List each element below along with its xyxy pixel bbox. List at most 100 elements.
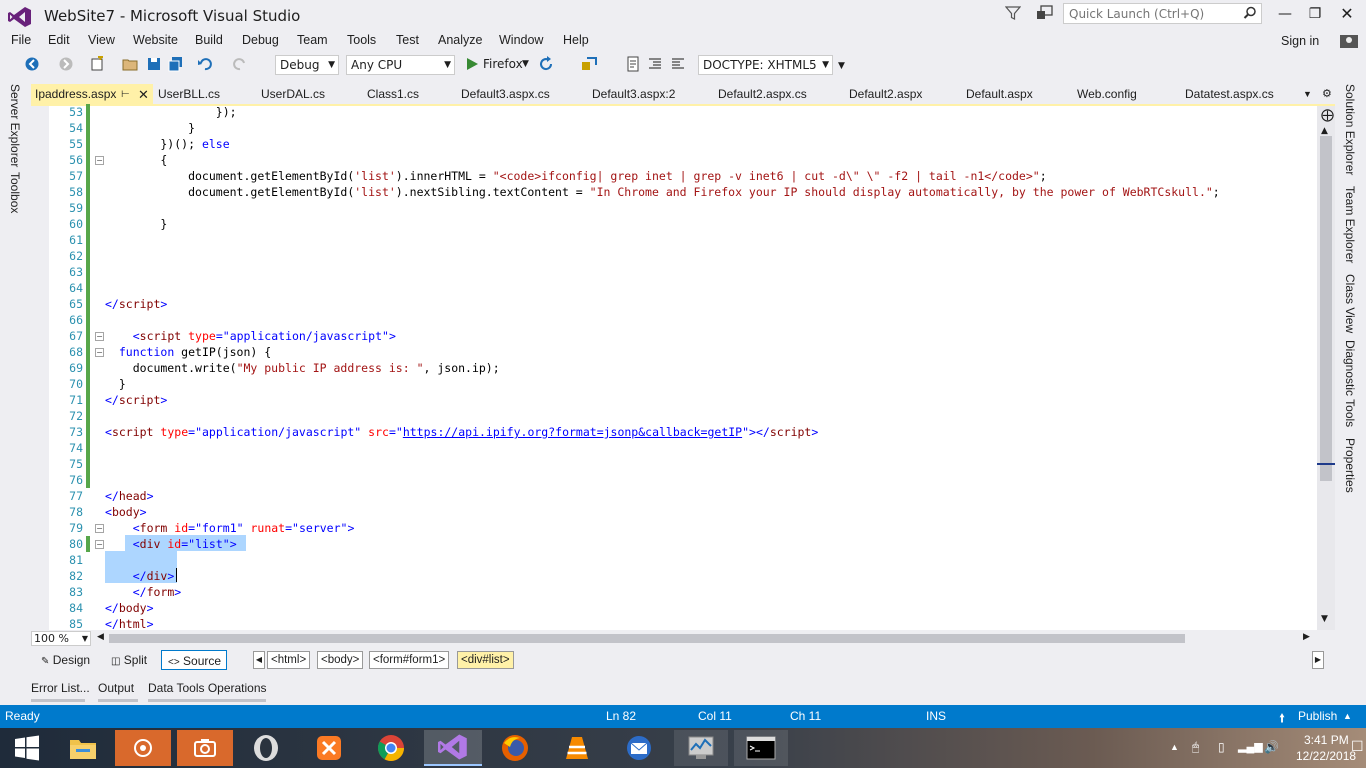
breadcrumb-body[interactable]: <body> [317, 651, 364, 669]
tab-default3-aspx-cs[interactable]: Default3.aspx.cs [461, 84, 550, 105]
menu-test[interactable]: Test [396, 33, 419, 47]
navigate-back-icon[interactable] [24, 56, 40, 72]
thunderbird-taskbar-button[interactable] [612, 730, 666, 766]
breadcrumb-form[interactable]: <form#form1> [369, 651, 450, 669]
scroll-up-icon[interactable]: ▲ [1321, 126, 1328, 136]
split-editor-icon[interactable]: ⨁ [1321, 108, 1334, 123]
team-explorer-tab[interactable]: Team Explorer [1343, 186, 1357, 263]
quick-launch-input[interactable] [1067, 4, 1241, 24]
publish-arrow-icon[interactable]: 🠙 [1279, 709, 1285, 730]
visual-studio-taskbar-button[interactable] [424, 730, 482, 766]
code-line[interactable]: document.write("My public IP address is:… [105, 360, 500, 376]
run-target-label[interactable]: Firefox [483, 57, 523, 71]
menu-window[interactable]: Window [499, 33, 543, 47]
tab-datatest-aspx-cs[interactable]: Datatest.aspx.cs [1185, 84, 1274, 105]
tab-default2-aspx[interactable]: Default2.aspx [849, 84, 922, 105]
feedback-filter-icon[interactable] [1005, 5, 1021, 21]
browser-link-icon[interactable] [581, 56, 597, 72]
tab-web-config[interactable]: Web.config [1077, 84, 1137, 105]
tab-default2-aspx-cs[interactable]: Default2.aspx.cs [718, 84, 807, 105]
photos-app-taskbar-button[interactable] [115, 730, 171, 766]
scroll-right-icon[interactable]: ▶ [1303, 632, 1310, 642]
output-tab[interactable]: Output [98, 681, 134, 695]
vertical-scrollbar[interactable]: ⨁ ▲ ▼ [1317, 106, 1335, 630]
camera-app-taskbar-button[interactable] [177, 730, 233, 766]
breadcrumb-back-icon[interactable]: ◀ [253, 651, 265, 669]
undo-icon[interactable] [197, 56, 213, 72]
firefox-taskbar-button[interactable] [488, 730, 542, 766]
code-line[interactable]: <form id="form1" runat="server"> [105, 520, 355, 536]
code-line[interactable]: function getIP(json) { [105, 344, 271, 360]
close-button[interactable]: ✕ [1333, 4, 1361, 24]
code-line[interactable]: <body> [105, 504, 147, 520]
split-view-button[interactable]: ◫ Split [111, 650, 147, 670]
menu-help[interactable]: Help [563, 33, 589, 47]
solution-platform-dropdown[interactable]: Any CPU ▼ [346, 55, 455, 75]
menu-debug[interactable]: Debug [242, 33, 279, 47]
start-debugging-icon[interactable] [464, 56, 480, 72]
code-line[interactable]: <script type="application/javascript"> [105, 328, 396, 344]
solution-explorer-tab[interactable]: Solution Explorer [1343, 84, 1357, 175]
restore-button[interactable]: ❐ [1301, 4, 1329, 24]
outline-collapse-icon[interactable]: − [95, 540, 104, 549]
navigate-forward-icon[interactable] [58, 56, 74, 72]
code-line[interactable]: <script type="application/javascript" sr… [105, 424, 818, 440]
tab-userdal-cs[interactable]: UserDAL.cs [261, 84, 325, 105]
command-prompt-taskbar-button[interactable] [734, 730, 788, 766]
opera-taskbar-button[interactable] [239, 730, 293, 766]
search-icon[interactable] [1243, 6, 1257, 20]
outline-collapse-icon[interactable]: − [95, 524, 104, 533]
code-line[interactable]: </div> [105, 568, 175, 584]
clock-time[interactable]: 3:41 PM [1304, 733, 1349, 747]
outline-collapse-icon[interactable]: − [95, 332, 104, 341]
show-hidden-icons[interactable]: ▲ [1170, 742, 1179, 752]
vlc-taskbar-button[interactable] [550, 730, 604, 766]
signal-icon[interactable]: ▂▄▆ [1238, 740, 1263, 753]
new-project-icon[interactable] [89, 56, 105, 72]
menu-build[interactable]: Build [195, 33, 223, 47]
tab-userbll-cs[interactable]: UserBLL.cs [158, 84, 220, 105]
quick-launch[interactable] [1063, 3, 1262, 24]
indent-icon[interactable] [647, 56, 663, 72]
data-tools-operations-tab[interactable]: Data Tools Operations [148, 681, 267, 695]
code-line[interactable]: </script> [105, 296, 167, 312]
file-explorer-taskbar-button[interactable] [56, 730, 110, 766]
toolbar-overflow-icon[interactable]: ▼ [838, 61, 845, 71]
properties-tab[interactable]: Properties [1343, 438, 1357, 493]
chevron-down-icon[interactable]: ▼ [522, 59, 529, 69]
tab-default-aspx[interactable]: Default.aspx [966, 84, 1033, 105]
code-line[interactable]: </script> [105, 392, 167, 408]
tab-class1-cs[interactable]: Class1.cs [367, 84, 419, 105]
document-outline-icon[interactable] [625, 56, 641, 72]
account-icon[interactable] [1338, 34, 1360, 49]
solution-configuration-dropdown[interactable]: Debug ▼ [275, 55, 339, 75]
menu-analyze[interactable]: Analyze [438, 33, 482, 47]
menu-website[interactable]: Website [133, 33, 178, 47]
outline-collapse-icon[interactable]: − [95, 156, 104, 165]
pin-icon[interactable]: ⊢ [121, 84, 130, 105]
tab-list-dropdown-icon[interactable]: ▼ [1303, 84, 1312, 105]
tab-ipaddress-aspx[interactable]: Ipaddress.aspx ⊢ ✕ [31, 84, 153, 105]
publish-button[interactable]: Publish [1298, 709, 1337, 723]
code-line[interactable]: </head> [105, 488, 154, 504]
zoom-dropdown[interactable]: 100 % ▼ [31, 631, 91, 646]
publish-dropdown-icon[interactable]: ▲ [1343, 711, 1352, 721]
close-tab-icon[interactable]: ✕ [138, 84, 149, 105]
open-file-icon[interactable] [122, 56, 138, 72]
menu-tools[interactable]: Tools [347, 33, 376, 47]
menu-team[interactable]: Team [297, 33, 328, 47]
breadcrumb-div[interactable]: <div#list> [457, 651, 514, 669]
save-icon[interactable] [146, 56, 162, 72]
code-line[interactable]: <div id="list"> [105, 536, 237, 552]
code-line[interactable]: document.getElementById('list').nextSibl… [105, 184, 1220, 200]
redo-icon[interactable] [232, 56, 248, 72]
start-button[interactable] [0, 730, 54, 766]
class-view-tab[interactable]: Class View [1343, 274, 1357, 333]
toolbox-tab[interactable]: Toolbox [8, 172, 22, 213]
outline-collapse-icon[interactable]: − [95, 348, 104, 357]
clock-date[interactable]: 12/22/2018 [1296, 749, 1356, 763]
doctype-dropdown[interactable]: DOCTYPE: XHTML5 ▼ [698, 55, 833, 75]
volume-icon[interactable]: 🔊 [1264, 740, 1279, 754]
design-view-button[interactable]: ✎ Design [41, 650, 90, 670]
scroll-left-icon[interactable]: ◀ [97, 632, 104, 642]
